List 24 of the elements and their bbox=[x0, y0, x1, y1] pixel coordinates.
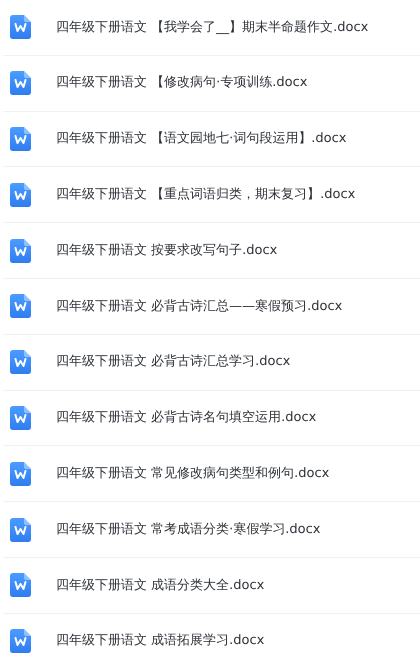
word-document-icon bbox=[10, 350, 31, 374]
file-name[interactable]: 四年级下册语文 常见修改病句类型和例句.docx bbox=[56, 464, 330, 484]
word-document-icon bbox=[10, 15, 31, 40]
file-name[interactable]: 四年级下册语文 必背古诗汇总学习.docx bbox=[56, 352, 290, 372]
file-name[interactable]: 四年级下册语文 必背古诗汇总——寒假预习.docx bbox=[56, 296, 342, 316]
word-document-icon bbox=[10, 462, 31, 486]
file-name[interactable]: 四年级下册语文 成语分类大全.docx bbox=[56, 576, 264, 596]
word-document-icon bbox=[10, 182, 31, 207]
word-document-icon bbox=[10, 406, 31, 430]
word-document-icon bbox=[10, 126, 31, 151]
file-name[interactable]: 四年级下册语文 【语文园地七·词句段运用】.docx bbox=[56, 129, 346, 149]
file-name[interactable]: 四年级下册语文 【我学会了__】期末半命题作文.docx bbox=[56, 18, 368, 38]
file-name[interactable]: 四年级下册语文 按要求改写句子.docx bbox=[56, 240, 278, 260]
file-name[interactable]: 四年级下册语文 【修改病句·专项训练.docx bbox=[56, 73, 308, 93]
word-document-icon bbox=[10, 629, 31, 654]
file-name[interactable]: 四年级下册语文 常考成语分类·寒假学习.docx bbox=[56, 520, 320, 540]
file-name[interactable]: 四年级下册语文 【重点词语归类，期末复习】.docx bbox=[56, 185, 356, 205]
word-document-icon bbox=[10, 71, 31, 96]
word-document-icon bbox=[10, 518, 31, 542]
file-name[interactable]: 四年级下册语文 成语拓展学习.docx bbox=[56, 631, 264, 651]
word-document-icon bbox=[10, 238, 31, 263]
word-document-icon bbox=[10, 573, 31, 598]
word-document-icon bbox=[10, 294, 31, 318]
file-name[interactable]: 四年级下册语文 必背古诗名句填空运用.docx bbox=[56, 408, 316, 428]
